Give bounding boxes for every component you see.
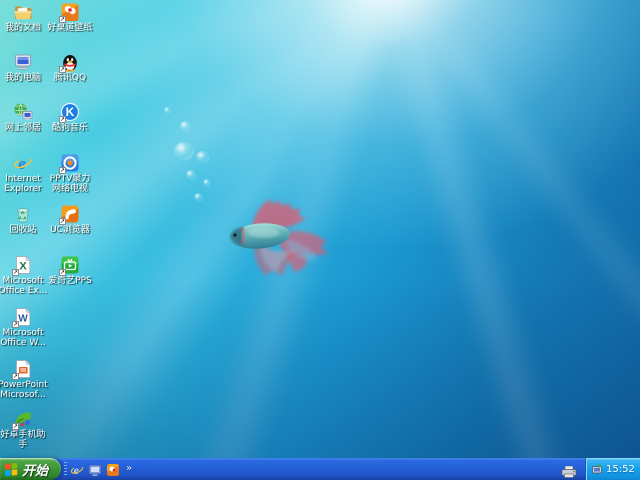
haozhuo-phone-assistant-icon bbox=[13, 409, 33, 429]
desktop-icon-label: PowerPoint Microsof... bbox=[0, 381, 48, 400]
haozhuodao-wallpaper-icon bbox=[60, 2, 80, 22]
shortcut-arrow-icon bbox=[12, 423, 19, 430]
desktop-icon-network-places[interactable]: 网上邻居 bbox=[0, 102, 48, 134]
desktop-icon-label: 好卓手机助手 bbox=[0, 431, 48, 450]
desktop-icon-label: 腾讯QQ bbox=[45, 74, 95, 84]
shortcut-arrow-icon bbox=[59, 218, 66, 225]
desktop-icon-uc-browser[interactable]: UC浏览器 bbox=[45, 204, 95, 236]
shortcut-arrow-icon bbox=[59, 116, 66, 123]
desktop-icon-label: Microsoft Office W... bbox=[0, 329, 48, 348]
quick-launch-show-desktop[interactable] bbox=[88, 462, 102, 476]
desktop-icon-label: 酷狗音乐 bbox=[45, 124, 95, 134]
desktop-icon-label: 我的电脑 bbox=[0, 74, 48, 84]
desktop-icon-excel[interactable]: X Microsoft Office Ex... bbox=[0, 255, 48, 296]
desktop-icon-pptv[interactable]: PPTV聚力 网络电视 bbox=[45, 153, 95, 194]
iqiyi-pps-icon bbox=[60, 255, 80, 275]
word-icon: W bbox=[13, 307, 33, 327]
desktop-icon-label: 回收站 bbox=[0, 226, 48, 236]
svg-text:e: e bbox=[18, 154, 26, 173]
start-button[interactable]: 开始 bbox=[0, 458, 61, 480]
bubble-icon bbox=[180, 121, 191, 132]
start-button-label: 开始 bbox=[22, 460, 48, 479]
system-tray: 15:52 bbox=[585, 458, 640, 480]
desktop-icon-haozhuodao-wallpaper[interactable]: 好桌道壁纸 bbox=[45, 2, 95, 34]
quick-launch-internet-explorer[interactable]: e bbox=[70, 462, 84, 476]
shortcut-arrow-icon bbox=[12, 373, 19, 380]
desktop-icon-my-documents[interactable]: 我的文档 bbox=[0, 2, 48, 34]
desktop-icon-recycle-bin[interactable]: 回收站 bbox=[0, 204, 48, 236]
internet-explorer-icon: e bbox=[13, 153, 33, 173]
shortcut-arrow-icon bbox=[59, 269, 66, 276]
desktop-icon-word[interactable]: W Microsoft Office W... bbox=[0, 307, 48, 348]
desktop-icon-my-computer[interactable]: 我的电脑 bbox=[0, 52, 48, 84]
quick-launch-handle[interactable] bbox=[64, 462, 67, 476]
betta-fish-icon bbox=[224, 192, 336, 284]
quick-launch-wallpaper-app[interactable] bbox=[106, 462, 120, 476]
desktop-icon-label: UC浏览器 bbox=[45, 226, 95, 236]
taskbar-clock[interactable]: 15:52 bbox=[606, 464, 635, 475]
shortcut-arrow-icon bbox=[59, 16, 66, 23]
desktop-icon-haozhuo-phone-assistant[interactable]: 好卓手机助手 bbox=[0, 409, 48, 450]
desktop-icon-powerpoint[interactable]: PowerPoint Microsof... bbox=[0, 359, 48, 400]
my-documents-icon bbox=[13, 2, 33, 22]
desktop-icon-label: Microsoft Office Ex... bbox=[0, 277, 48, 296]
excel-icon: X bbox=[13, 255, 33, 275]
desktop-icon-label: 网上邻居 bbox=[0, 124, 48, 134]
shortcut-arrow-icon bbox=[12, 269, 19, 276]
shortcut-arrow-icon bbox=[59, 167, 66, 174]
desktop-icon-kugou-music[interactable]: K 酷狗音乐 bbox=[45, 102, 95, 134]
desktop-icon-internet-explorer[interactable]: e Internet Explorer bbox=[0, 153, 48, 194]
desktop-icon-iqiyi-pps[interactable]: 爱奇艺PPS bbox=[45, 255, 95, 287]
svg-text:e: e bbox=[74, 463, 80, 477]
desktop-icon-label: 我的文档 bbox=[0, 24, 48, 34]
bubble-icon bbox=[174, 142, 194, 160]
windows-logo-icon bbox=[5, 463, 18, 476]
desktop-icon-label: 好桌道壁纸 bbox=[45, 24, 95, 34]
tray-device-icon[interactable] bbox=[591, 463, 603, 475]
desktop-icon-label: Internet Explorer bbox=[0, 175, 48, 194]
powerpoint-icon bbox=[13, 359, 33, 379]
shortcut-arrow-icon bbox=[12, 321, 19, 328]
taskbar: 开始 e bbox=[0, 458, 640, 480]
my-computer-icon bbox=[13, 52, 33, 72]
shortcut-arrow-icon bbox=[59, 66, 66, 73]
bubble-icon bbox=[203, 179, 211, 187]
kugou-music-icon: K bbox=[60, 102, 80, 122]
network-places-icon bbox=[13, 102, 33, 122]
bubble-icon bbox=[194, 193, 203, 202]
desktop: 我的文档 我的电脑 网上邻居 bbox=[0, 0, 640, 480]
tencent-qq-icon bbox=[60, 52, 80, 72]
printer-icon[interactable] bbox=[561, 463, 577, 475]
quick-launch-bar: e » bbox=[70, 458, 132, 480]
svg-text:X: X bbox=[19, 261, 27, 273]
bubble-icon bbox=[164, 107, 171, 114]
pptv-icon bbox=[60, 153, 80, 173]
desktop-icon-label: 爱奇艺PPS bbox=[45, 277, 95, 287]
uc-browser-icon bbox=[60, 204, 80, 224]
desktop-icon-label: PPTV聚力 网络电视 bbox=[45, 175, 95, 194]
quick-launch-overflow-chevron[interactable]: » bbox=[124, 464, 132, 474]
desktop-icon-tencent-qq[interactable]: 腾讯QQ bbox=[45, 52, 95, 84]
svg-text:K: K bbox=[66, 105, 75, 119]
bubble-icon bbox=[196, 151, 209, 163]
bubble-icon bbox=[186, 170, 196, 180]
svg-text:W: W bbox=[18, 314, 28, 325]
recycle-bin-icon bbox=[13, 204, 33, 224]
